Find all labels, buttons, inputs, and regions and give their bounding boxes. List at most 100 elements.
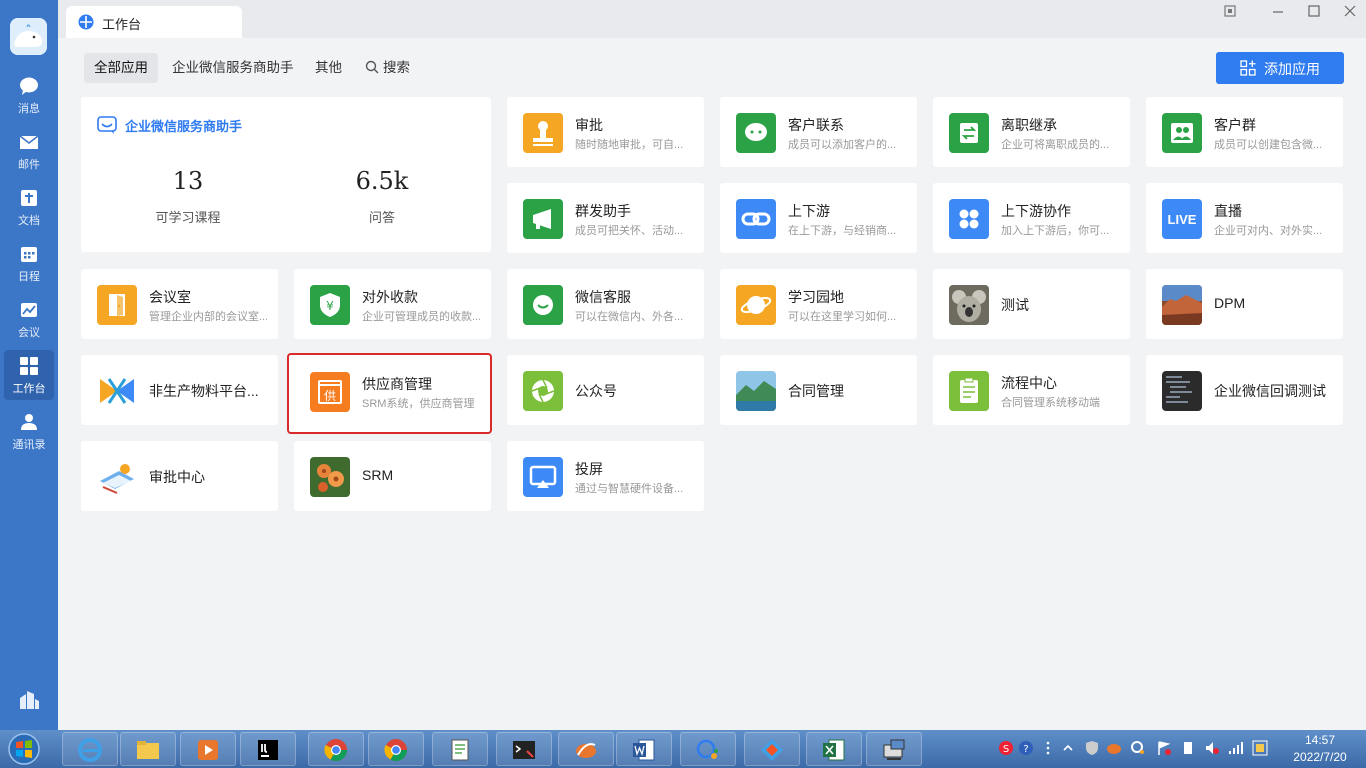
taskbar-terminal[interactable]: [496, 732, 552, 766]
payment-shield-icon: ¥: [310, 285, 350, 325]
app-name: 客户联系: [788, 117, 844, 133]
app-card-live[interactable]: LIVE 直播 企业可对内、对外实...: [1146, 183, 1343, 253]
app-card-official-account[interactable]: 公众号: [507, 355, 704, 425]
sidebar-item-contacts[interactable]: 通讯录: [4, 406, 54, 456]
security-shield-icon[interactable]: [1084, 740, 1100, 756]
taskbar-chrome-1[interactable]: [308, 732, 364, 766]
sidebar-item-meeting[interactable]: 会议: [4, 294, 54, 344]
notepad-icon: [451, 739, 469, 761]
taskbar-tools[interactable]: [744, 732, 800, 766]
sidebar-item-workbench[interactable]: 工作台: [4, 350, 54, 400]
app-card-external-payment[interactable]: ¥ 对外收款 企业可管理成员的收款...: [294, 269, 491, 339]
show-hidden-icons-icon[interactable]: [1060, 740, 1076, 756]
filter-helper[interactable]: 企业微信服务商助手: [162, 53, 304, 83]
filter-other[interactable]: 其他: [305, 53, 352, 83]
wecom-tray-icon[interactable]: [1130, 740, 1146, 756]
clock-date: 2022/7/20: [1293, 750, 1347, 764]
taskbar-notepad[interactable]: [432, 732, 488, 766]
app-desc: 加入上下游后，你可...: [1001, 225, 1110, 237]
app-card-up-downstream-collab[interactable]: 上下游协作 加入上下游后，你可...: [933, 183, 1130, 253]
koala-photo-icon: [949, 285, 989, 325]
link-chain-icon: [736, 199, 776, 239]
supplier-shop-icon: 供: [310, 372, 350, 412]
megaphone-icon: [523, 199, 563, 239]
tray-menu-icon[interactable]: [1040, 740, 1056, 756]
pin-window-icon[interactable]: [1222, 4, 1238, 18]
app-card-meeting-room[interactable]: 会议室 管理企业内部的会议室...: [81, 269, 278, 339]
app-card-customer-contact[interactable]: 客户联系 成员可以添加客户的...: [720, 97, 917, 167]
door-icon: [97, 285, 137, 325]
taskbar-intellij[interactable]: [240, 732, 296, 766]
app-card-resignation-inherit[interactable]: 离职继承 企业可将离职成员的...: [933, 97, 1130, 167]
app-name: SRM: [362, 467, 394, 483]
taskbar-wecom[interactable]: [680, 732, 736, 766]
maximize-icon[interactable]: [1306, 4, 1322, 18]
app-name: 上下游: [788, 203, 830, 219]
stat-qa-label: 问答: [368, 210, 395, 225]
yen-icon-label: ¥: [326, 299, 334, 313]
device-icon[interactable]: [1180, 740, 1196, 756]
app-card-up-downstream[interactable]: 上下游 在上下游，与经销商...: [720, 183, 917, 253]
taskbar-fiddler[interactable]: [558, 732, 614, 766]
app-name: 直播: [1214, 203, 1242, 219]
sidebar-item-mail[interactable]: 邮件: [4, 126, 54, 176]
windows-start-icon[interactable]: [4, 732, 44, 766]
taskbar-excel[interactable]: [806, 732, 862, 766]
volume-muted-icon[interactable]: [1204, 740, 1220, 756]
live-icon-label: LIVE: [1168, 212, 1197, 227]
sogou-input-icon[interactable]: S: [998, 740, 1014, 756]
windows-taskbar: S ? 14:57 2022/7/20: [0, 730, 1366, 768]
app-card-approval[interactable]: 审批 随时随地审批，可自...: [507, 97, 704, 167]
stat-courses-label: 可学习课程: [155, 210, 221, 225]
app-card-mass-send[interactable]: 群发助手 成员可把关怀、活动...: [507, 183, 704, 253]
close-icon[interactable]: [1342, 4, 1358, 18]
sidebar-item-schedule[interactable]: 日程: [4, 238, 54, 288]
search-button[interactable]: 搜索: [355, 53, 420, 83]
system-clock[interactable]: 14:57 2022/7/20: [1280, 732, 1360, 766]
workbench-tab-icon: [78, 14, 94, 30]
taskbar-explorer[interactable]: [120, 732, 176, 766]
network-signal-icon[interactable]: [1228, 740, 1244, 756]
app-card-test[interactable]: 测试: [933, 269, 1130, 339]
app-card-screen-cast[interactable]: 投屏 通过与智慧硬件设备...: [507, 441, 704, 511]
stat-qa-value: 6.5k: [355, 167, 409, 195]
sidebar-item-messages[interactable]: 消息: [4, 70, 54, 120]
search-icon: [365, 60, 379, 74]
taskbar-remote[interactable]: [866, 732, 922, 766]
taskbar-media-player[interactable]: [180, 732, 236, 766]
helper-card[interactable]: 企业微信服务商助手 13 可学习课程 6.5k 问答: [81, 97, 491, 252]
search-label: 搜索: [383, 60, 410, 75]
app-card-process-center[interactable]: 流程中心 合同管理系统移动端: [933, 355, 1130, 425]
app-name: 审批: [575, 117, 603, 133]
app-card-dpm[interactable]: DPM: [1146, 269, 1343, 339]
app-card-approval-center[interactable]: 审批中心: [81, 441, 278, 511]
chat-icon: [736, 113, 776, 153]
minimize-icon[interactable]: [1270, 4, 1286, 18]
app-card-customer-group[interactable]: 客户群 成员可以创建包含微...: [1146, 97, 1343, 167]
building-icon[interactable]: [18, 690, 40, 710]
intellij-icon: [258, 740, 278, 760]
add-app-button[interactable]: 添加应用: [1216, 52, 1344, 84]
taskbar-chrome-2[interactable]: [368, 732, 424, 766]
help-icon[interactable]: ?: [1018, 740, 1034, 756]
app-card-srm[interactable]: SRM: [294, 441, 491, 511]
action-center-flag-icon[interactable]: [1156, 740, 1172, 756]
app-card-supplier-management[interactable]: 供 供应商管理 SRM系统，供应商管理: [287, 353, 492, 434]
sidebar-item-label: 会议: [18, 327, 40, 339]
fiddler-tray-icon[interactable]: [1106, 740, 1122, 756]
keyboard-layout-icon[interactable]: [1252, 740, 1268, 756]
sidebar-item-label: 消息: [18, 103, 40, 115]
app-card-wechat-service[interactable]: 微信客服 可以在微信内、外各...: [507, 269, 704, 339]
chrome-icon: [384, 739, 407, 761]
tab-workbench[interactable]: 工作台: [66, 6, 242, 38]
app-card-non-production-material[interactable]: 非生产物料平台...: [81, 355, 278, 425]
app-card-contract-management[interactable]: 合同管理: [720, 355, 917, 425]
app-card-learning-garden[interactable]: 学习园地 可以在这里学习如何...: [720, 269, 917, 339]
app-card-callback-test[interactable]: 企业微信回调测试: [1146, 355, 1343, 425]
taskbar-word[interactable]: [616, 732, 672, 766]
sidebar-item-label: 日程: [18, 271, 40, 283]
taskbar-ie[interactable]: [62, 732, 118, 766]
filter-all-apps[interactable]: 全部应用: [84, 53, 158, 83]
app-desc: 在上下游，与经销商...: [788, 225, 897, 237]
sidebar-item-docs[interactable]: 文档: [4, 182, 54, 232]
